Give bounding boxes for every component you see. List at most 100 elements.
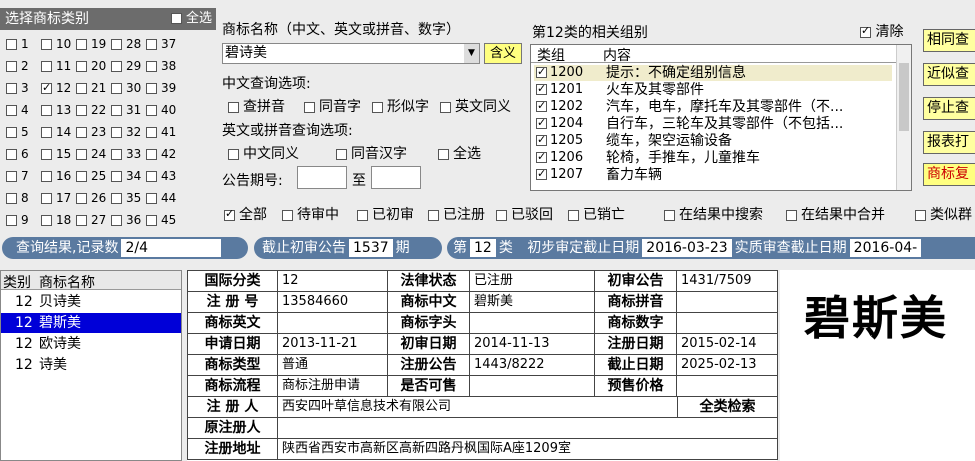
class-option-45[interactable]: 45 <box>142 212 176 228</box>
class-option-23[interactable]: 23 <box>72 124 106 140</box>
class-option-21[interactable]: 21 <box>72 80 106 96</box>
filter-checkbox[interactable] <box>496 209 507 221</box>
class-checkbox[interactable] <box>76 193 87 204</box>
class-checkbox[interactable] <box>41 61 52 72</box>
group-row[interactable]: 1206 轮椅，手推车，儿童推车 <box>534 149 892 166</box>
class-option-8[interactable]: 8 <box>2 190 29 206</box>
name-dropdown-arrow[interactable]: ▼ <box>464 44 479 63</box>
class-option-41[interactable]: 41 <box>142 124 176 140</box>
class-option-16[interactable]: 16 <box>37 168 71 184</box>
class-option-33[interactable]: 33 <box>107 146 141 162</box>
class-option-13[interactable]: 13 <box>37 102 71 118</box>
class-checkbox[interactable] <box>76 105 87 116</box>
group-row[interactable]: 1204 自行车，三轮车及其零部件（不包括... <box>534 115 892 132</box>
class-checkbox[interactable] <box>76 149 87 160</box>
class-checkbox[interactable] <box>111 61 122 72</box>
issue-from-input[interactable] <box>297 166 347 189</box>
group-row[interactable]: 1205 缆车，架空运输设备 <box>534 132 892 149</box>
filter-option[interactable]: 已初审 <box>357 204 414 224</box>
class-checkbox[interactable] <box>41 39 52 50</box>
class-option-42[interactable]: 42 <box>142 146 176 162</box>
en-option[interactable]: 中文同义 <box>228 143 299 163</box>
trademark-review-button[interactable]: 商标复 <box>923 163 975 186</box>
group-row[interactable]: 1202 汽车，电车，摩托车及其零部件（不... <box>534 98 892 115</box>
class-option-43[interactable]: 43 <box>142 168 176 184</box>
class-option-37[interactable]: 37 <box>142 36 176 52</box>
class-checkbox[interactable] <box>76 39 87 50</box>
class-checkbox[interactable] <box>111 149 122 160</box>
class-option-11[interactable]: 11 <box>37 58 71 74</box>
class-checkbox[interactable] <box>76 61 87 72</box>
class-checkbox[interactable] <box>111 215 122 226</box>
class-checkbox[interactable] <box>146 193 157 204</box>
class-option-27[interactable]: 27 <box>72 212 106 228</box>
filter-option[interactable]: 已销亡 <box>568 204 625 224</box>
group-row[interactable]: 1200 提示：不确定组别信息 <box>534 64 892 81</box>
meaning-button[interactable]: 含义 <box>484 43 522 64</box>
result-row[interactable]: 12 诗美 <box>1 355 181 375</box>
class-checkbox[interactable] <box>6 127 17 138</box>
filter-option[interactable]: 类似群 <box>915 204 972 224</box>
class-option-2[interactable]: 2 <box>2 58 29 74</box>
class-option-19[interactable]: 19 <box>72 36 106 52</box>
class-option-31[interactable]: 31 <box>107 102 141 118</box>
class-checkbox[interactable] <box>146 149 157 160</box>
class-checkbox[interactable] <box>146 105 157 116</box>
class-option-22[interactable]: 22 <box>72 102 106 118</box>
class-checkbox[interactable] <box>41 171 52 182</box>
cn-option-checkbox[interactable] <box>304 101 315 113</box>
cn-option[interactable]: 同音字 <box>304 96 361 116</box>
en-option-checkbox[interactable] <box>228 148 239 160</box>
class-checkbox[interactable] <box>111 39 122 50</box>
filter-option[interactable]: 待审中 <box>282 204 339 224</box>
class-checkbox[interactable] <box>41 149 52 160</box>
group-checkbox[interactable] <box>536 166 547 182</box>
class-option-39[interactable]: 39 <box>142 80 176 96</box>
filter-option[interactable]: 已驳回 <box>496 204 553 224</box>
class-checkbox[interactable] <box>6 149 17 160</box>
class-checkbox[interactable] <box>146 127 157 138</box>
same-search-button[interactable]: 相同查 <box>923 29 975 52</box>
class-checkbox[interactable] <box>6 193 17 204</box>
class-checkbox[interactable] <box>76 83 87 94</box>
class-checkbox[interactable] <box>146 215 157 226</box>
class-checkbox[interactable] <box>111 83 122 94</box>
group-checkbox[interactable] <box>536 64 547 80</box>
class-checkbox[interactable] <box>41 215 52 226</box>
class-option-25[interactable]: 25 <box>72 168 106 184</box>
issue-to-input[interactable] <box>371 166 421 189</box>
filter-checkbox[interactable] <box>282 209 293 221</box>
result-row[interactable]: 12 碧斯美 <box>1 313 181 333</box>
class-option-20[interactable]: 20 <box>72 58 106 74</box>
filter-checkbox[interactable] <box>664 209 675 221</box>
filter-option[interactable]: 已注册 <box>428 204 485 224</box>
select-all-classes[interactable]: 全选 <box>170 8 212 30</box>
groups-clear[interactable]: 清除 <box>860 21 903 41</box>
class-checkbox[interactable] <box>111 171 122 182</box>
class-option-10[interactable]: 10 <box>37 36 71 52</box>
select-all-checkbox[interactable] <box>170 13 182 24</box>
class-checkbox[interactable] <box>6 83 17 94</box>
filter-option[interactable]: 在结果中搜索 <box>664 204 763 224</box>
class-checkbox[interactable] <box>76 215 87 226</box>
filter-checkbox[interactable] <box>224 207 235 221</box>
class-checkbox[interactable] <box>41 105 52 116</box>
cn-option[interactable]: 查拼音 <box>228 96 285 116</box>
class-checkbox[interactable] <box>146 83 157 94</box>
class-option-36[interactable]: 36 <box>107 212 141 228</box>
class-option-40[interactable]: 40 <box>142 102 176 118</box>
class-option-6[interactable]: 6 <box>2 146 29 162</box>
group-checkbox[interactable] <box>536 115 547 131</box>
group-row[interactable]: 1201 火车及其零部件 <box>534 81 892 98</box>
class-checkbox[interactable] <box>41 127 52 138</box>
filter-checkbox[interactable] <box>357 209 368 221</box>
class-checkbox[interactable] <box>6 61 17 72</box>
filter-checkbox[interactable] <box>786 209 797 221</box>
clear-checkbox[interactable] <box>860 24 871 38</box>
class-checkbox[interactable] <box>76 171 87 182</box>
filter-checkbox[interactable] <box>568 209 579 221</box>
class-option-34[interactable]: 34 <box>107 168 141 184</box>
detail-allsearch[interactable]: 全类检索 <box>677 396 778 418</box>
group-row[interactable]: 1207 畜力车辆 <box>534 166 892 183</box>
similar-search-button[interactable]: 近似查 <box>923 63 975 86</box>
